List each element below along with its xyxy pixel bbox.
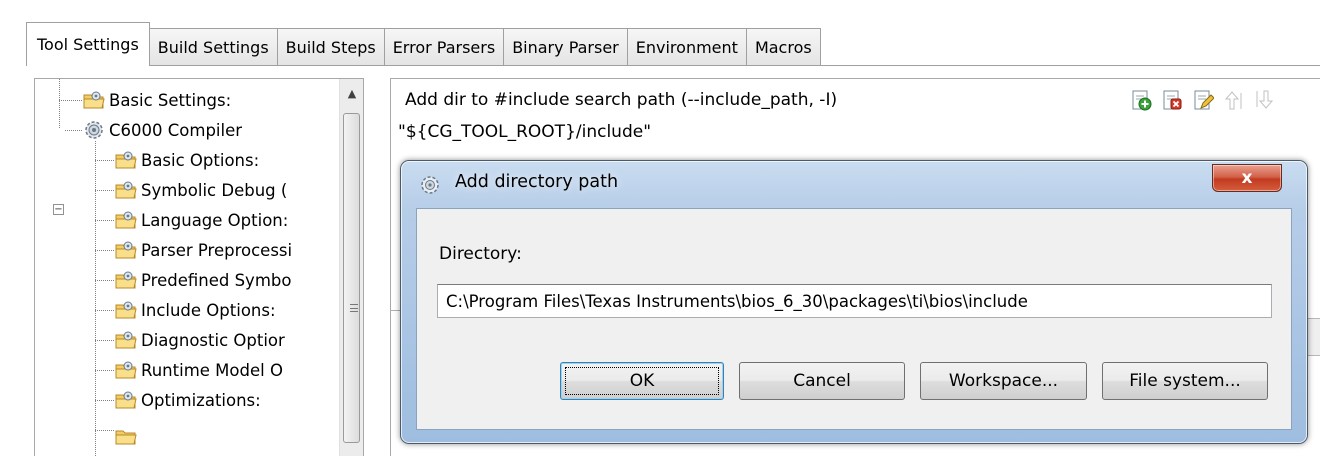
focus-ring [565, 367, 719, 395]
tree-item-label: Basic Settings: [109, 90, 232, 110]
tree-item-optimizations[interactable]: Optimizations: [115, 385, 261, 415]
tree-item-label: Symbolic Debug ( [141, 180, 288, 200]
folder-settings-icon [115, 271, 137, 289]
tree-item-label: C6000 Compiler [109, 120, 243, 140]
tree-item-predefined-symbols[interactable]: Predefined Symbo [115, 265, 291, 295]
tree-connector [95, 220, 115, 221]
tree-scrollbar[interactable]: ▲ [339, 79, 363, 456]
tab-error-parsers[interactable]: Error Parsers [383, 28, 505, 66]
tab-tool-settings[interactable]: Tool Settings [26, 22, 150, 66]
tree-connector [95, 250, 115, 251]
folder-settings-icon [115, 430, 137, 445]
list-toolbar [1130, 84, 1276, 116]
tree-connector [95, 190, 115, 191]
tab-build-settings[interactable]: Build Settings [148, 28, 278, 66]
tree-item-partial [115, 421, 137, 451]
tree-item-label: Parser Preprocessi [141, 240, 293, 260]
tree-item-parser-preprocessing[interactable]: Parser Preprocessi [115, 235, 292, 265]
ok-button[interactable]: OK [560, 362, 724, 400]
tab-build-steps[interactable]: Build Steps [276, 28, 385, 66]
folder-settings-icon [115, 211, 137, 229]
include-path-list-item[interactable]: "${CG_TOOL_ROOT}/include" [398, 122, 651, 142]
folder-settings-icon [115, 361, 137, 379]
move-down-icon[interactable] [1254, 89, 1276, 111]
scroll-up-arrow-icon[interactable]: ▲ [340, 79, 363, 107]
edit-icon[interactable] [1192, 89, 1214, 111]
folder-settings-icon [115, 301, 137, 319]
tree-item-label: Language Option: [141, 210, 289, 230]
scrollbar-thumb[interactable] [343, 113, 360, 443]
tree-connector [95, 430, 115, 431]
dialog-app-icon [421, 176, 439, 194]
folder-settings-icon [115, 391, 137, 409]
tree-connector [59, 79, 60, 129]
settings-tab-bar: Tool Settings Build Settings Build Steps… [26, 20, 821, 66]
tab-environment[interactable]: Environment [626, 28, 747, 66]
directory-label: Directory: [439, 244, 522, 264]
tree-item-symbolic-debug[interactable]: Symbolic Debug ( [115, 175, 287, 205]
tree-item-basic-settings[interactable]: Basic Settings: [83, 85, 231, 115]
delete-icon[interactable] [1161, 89, 1183, 111]
folder-settings-icon [115, 241, 137, 259]
tree-collapse-toggle[interactable]: − [53, 204, 64, 215]
folder-settings-icon [115, 331, 137, 349]
cancel-button-label: Cancel [793, 371, 851, 391]
tree-item-label: Optimizations: [141, 390, 261, 410]
tree-connector [59, 100, 83, 101]
settings-tree: Basic Settings: − C6000 Compiler Basic O… [34, 78, 364, 456]
dialog-close-button[interactable]: x [1212, 164, 1282, 192]
tab-macros[interactable]: Macros [745, 28, 821, 66]
tree-item-basic-options[interactable]: Basic Options: [115, 145, 259, 175]
directory-input[interactable]: C:\Program Files\Texas Instruments\bios_… [437, 284, 1272, 318]
tree-item-label: Predefined Symbo [141, 270, 292, 290]
tree-connector [95, 400, 115, 401]
add-icon[interactable] [1130, 89, 1152, 111]
workspace-button[interactable]: Workspace... [920, 362, 1087, 400]
scrollbar-grip-icon [350, 304, 358, 312]
folder-settings-icon [115, 181, 137, 199]
tree-item-include-options[interactable]: Include Options: [115, 295, 276, 325]
tree-item-c6000-compiler[interactable]: C6000 Compiler [83, 115, 242, 145]
tree-item-language-options[interactable]: Language Option: [115, 205, 288, 235]
tree-connector [95, 160, 115, 161]
folder-settings-icon [83, 91, 105, 109]
dialog-title: Add directory path [455, 172, 619, 192]
move-up-icon[interactable] [1223, 89, 1245, 111]
tree-connector [95, 310, 115, 311]
tree-connector [95, 280, 115, 281]
close-icon: x [1241, 168, 1253, 188]
tree-item-label: Include Options: [141, 300, 276, 320]
include-path-title: Add dir to #include search path (--inclu… [405, 90, 838, 110]
tree-connector [95, 340, 115, 341]
tree-item-label: Runtime Model O [141, 360, 283, 380]
workspace-button-label: Workspace... [948, 371, 1059, 391]
file-system-button-label: File system... [1129, 371, 1241, 391]
cancel-button[interactable]: Cancel [739, 362, 905, 400]
folder-settings-icon [115, 151, 137, 169]
tree-connector [95, 370, 115, 371]
tree-connector [95, 141, 96, 456]
tree-item-label: Basic Options: [141, 150, 260, 170]
tree-item-diagnostic-options[interactable]: Diagnostic Optior [115, 325, 285, 355]
tree-item-label: Diagnostic Optior [141, 330, 285, 350]
tree-connector [65, 130, 83, 131]
tab-binary-parser[interactable]: Binary Parser [503, 28, 628, 66]
tree-item-runtime-model-options[interactable]: Runtime Model O [115, 355, 283, 385]
gear-icon [85, 121, 103, 139]
tab-divider [26, 65, 1320, 66]
file-system-button[interactable]: File system... [1102, 362, 1268, 400]
